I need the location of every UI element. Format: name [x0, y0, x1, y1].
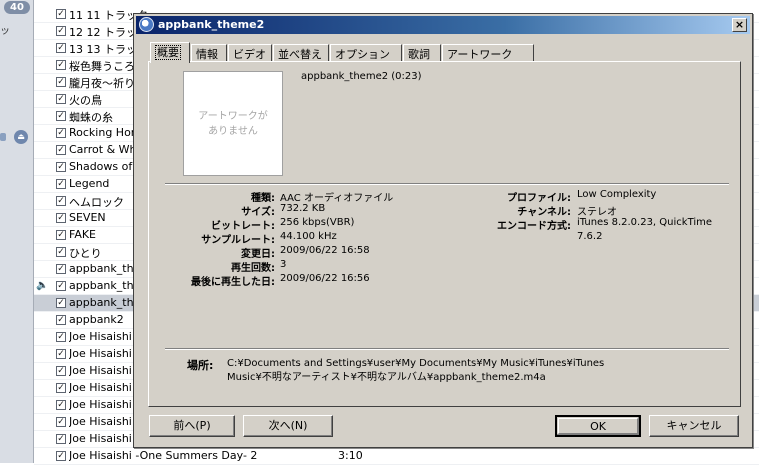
info-value: 732.2 KB [280, 203, 326, 214]
track-checkbox[interactable]: ✓ [56, 332, 66, 342]
divider [165, 183, 729, 185]
prev-button[interactable]: 前へ(P) [149, 415, 235, 437]
info-row: 変更日: 2009/06/22 16:58 [149, 245, 469, 260]
speaker-icon: 🔈 [36, 280, 49, 291]
info-row: 再生回数: 3 [149, 259, 469, 274]
info-value: 2009/06/22 16:56 [280, 273, 370, 284]
info-value: 3 [280, 259, 287, 270]
info-label: 最後に再生した日: [191, 277, 275, 288]
tab-info[interactable]: 情報 [191, 44, 227, 62]
track-time: 3:10 [338, 449, 363, 462]
track-checkbox[interactable]: ✓ [56, 60, 66, 70]
dialog-titlebar[interactable]: appbank_theme2 × [136, 16, 750, 34]
pane-glyph: ッ [0, 26, 10, 37]
info-value: 256 kbps(VBR) [280, 217, 355, 228]
info-value: 2009/06/22 16:58 [280, 245, 370, 256]
info-row: 7.6.2 [449, 231, 759, 245]
count-badge: 40 [4, 1, 30, 14]
track-checkbox[interactable]: ✓ [56, 179, 66, 189]
track-checkbox[interactable]: ✓ [56, 94, 66, 104]
info-row: 最後に再生した日: 2009/06/22 16:56 [149, 273, 469, 288]
info-label: エンコード方式: [497, 221, 571, 232]
divider [165, 348, 729, 350]
info-value: AAC オーディオファイル [280, 193, 394, 204]
artwork-text-1: アートワークが [198, 110, 268, 122]
info-row: プロファイル: Low Complexity [449, 189, 759, 204]
summary-panel: アートワークが ありません appbank_theme2 (0:23) 種類: A… [148, 61, 741, 407]
track-checkbox[interactable]: ✓ [56, 434, 66, 444]
info-label: 種類: [251, 193, 275, 204]
info-dialog: appbank_theme2 × 概要 情報 ビデオ 並べ替え オプション 歌詞… [133, 13, 753, 448]
track-checkbox[interactable]: ✓ [56, 451, 66, 461]
track-checkbox[interactable]: ✓ [56, 264, 66, 274]
eject-icon[interactable]: ⏏ [14, 130, 28, 144]
track-checkbox[interactable]: ✓ [56, 43, 66, 53]
track-checkbox[interactable]: ✓ [56, 247, 66, 257]
info-value: Low Complexity [577, 189, 657, 200]
info-label: サンプルレート: [201, 235, 275, 246]
table-row[interactable]: ✓ Joe Hisaishi -One Summers Day- 2 3:10 [34, 448, 759, 465]
itunes-icon [139, 17, 154, 32]
track-checkbox[interactable]: ✓ [56, 315, 66, 325]
tab-options[interactable]: オプション [330, 44, 402, 62]
close-button[interactable]: × [732, 18, 747, 32]
track-checkbox[interactable]: ✓ [56, 26, 66, 36]
track-checkbox[interactable]: ✓ [56, 77, 66, 87]
track-checkbox[interactable]: ✓ [56, 298, 66, 308]
tab-artwork[interactable]: アートワーク [442, 44, 534, 62]
info-label: 変更日: [241, 249, 275, 260]
tab-sort[interactable]: 並べ替え [273, 44, 329, 62]
tab-video[interactable]: ビデオ [228, 44, 272, 62]
dialog-title: appbank_theme2 [158, 18, 265, 31]
info-row: サイズ: 732.2 KB [149, 203, 469, 218]
artwork-text-2: ありません [208, 125, 258, 137]
info-value: 7.6.2 [577, 231, 603, 242]
track-checkbox[interactable]: ✓ [56, 111, 66, 121]
info-row: エンコード方式: iTunes 8.2.0.23, QuickTime [449, 217, 759, 232]
info-value: ステレオ [577, 207, 617, 218]
info-right-block: プロファイル: Low Complexity チャンネル: ステレオ エンコード方式: i… [449, 189, 759, 245]
track-checkbox[interactable]: ✓ [56, 128, 66, 138]
track-checkbox[interactable]: ✓ [56, 162, 66, 172]
track-checkbox[interactable]: ✓ [56, 230, 66, 240]
artwork-placeholder: アートワークが ありません [183, 71, 283, 176]
info-row: チャンネル: ステレオ [449, 203, 759, 218]
location-line-2: Music¥不明なアーティスト¥不明なアルバム¥appbank_theme2.m… [227, 372, 546, 383]
info-row: サンプルレート: 44.100 kHz [149, 231, 469, 246]
location-line-1: C:¥Documents and Settings¥user¥My Docume… [227, 358, 605, 369]
info-row: 種類: AAC オーディオファイル [149, 189, 469, 204]
location-label: 場所: [187, 359, 214, 372]
track-checkbox[interactable]: ✓ [56, 383, 66, 393]
next-button[interactable]: 次へ(N) [243, 415, 333, 437]
track-checkbox[interactable]: ✓ [56, 349, 66, 359]
info-label: チャンネル: [517, 207, 571, 218]
track-checkbox[interactable]: ✓ [56, 400, 66, 410]
info-label: プロファイル: [507, 193, 571, 204]
track-title: appbank_theme2 (0:23) [301, 71, 422, 82]
track-checkbox[interactable]: ✓ [56, 145, 66, 155]
track-checkbox[interactable]: ✓ [56, 417, 66, 427]
info-row: ビットレート: 256 kbps(VBR) [149, 217, 469, 232]
info-label: 再生回数: [231, 263, 275, 274]
info-value: 44.100 kHz [280, 231, 337, 242]
track-name: Joe Hisaishi -One Summers Day- 2 [69, 449, 258, 462]
track-checkbox[interactable]: ✓ [56, 281, 66, 291]
source-pane: 40 ッ ⏏ [0, 0, 34, 463]
info-label: ビットレート: [211, 221, 275, 232]
track-checkbox[interactable]: ✓ [56, 366, 66, 376]
info-left-block: 種類: AAC オーディオファイル サイズ: 732.2 KB ビットレート: 256 k… [149, 189, 469, 288]
track-checkbox[interactable]: ✓ [56, 213, 66, 223]
track-checkbox[interactable]: ✓ [56, 9, 66, 19]
device-icon[interactable] [0, 133, 6, 141]
tab-summary[interactable]: 概要 [150, 42, 190, 63]
tab-lyrics[interactable]: 歌詞 [403, 44, 441, 62]
ok-button[interactable]: OK [555, 415, 641, 437]
track-checkbox[interactable]: ✓ [56, 196, 66, 206]
location-value: C:¥Documents and Settings¥user¥My Docume… [227, 357, 627, 385]
info-label: サイズ: [241, 207, 275, 218]
cancel-button[interactable]: キャンセル [649, 415, 739, 437]
info-value: iTunes 8.2.0.23, QuickTime [577, 217, 713, 228]
